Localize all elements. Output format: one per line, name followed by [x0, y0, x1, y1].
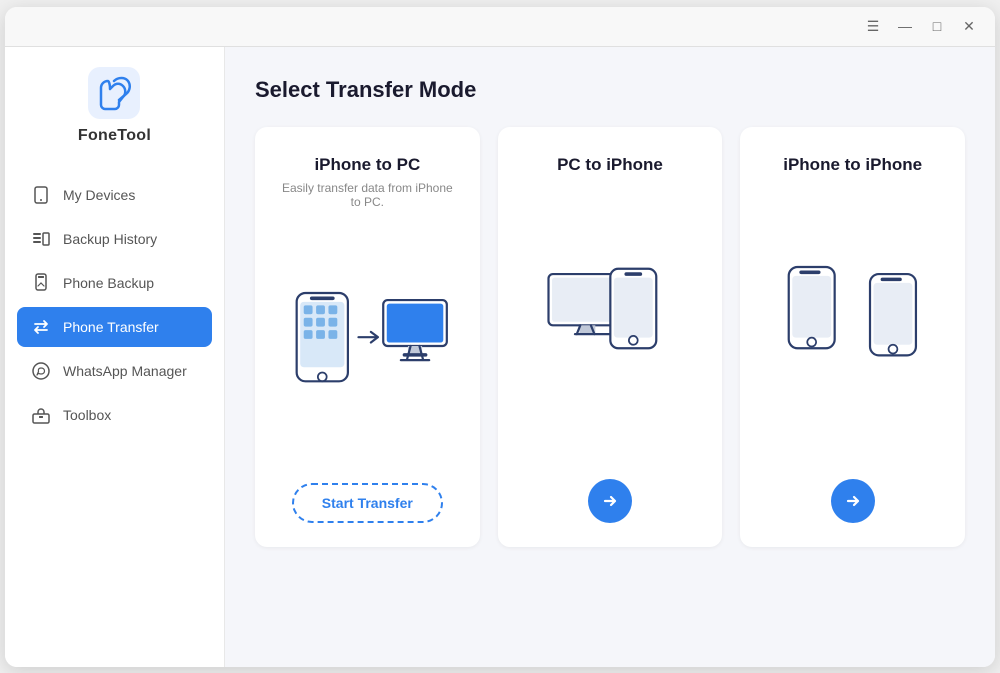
sidebar-item-whatsapp-manager[interactable]: WhatsApp Manager	[17, 351, 212, 391]
sidebar: FoneTool My Devices	[5, 47, 225, 667]
logo-text: FoneTool	[78, 127, 151, 145]
sidebar-item-phone-backup[interactable]: Phone Backup	[17, 263, 212, 303]
pc-to-iphone-title: PC to iPhone	[557, 155, 663, 175]
maximize-button[interactable]: □	[927, 16, 947, 36]
whatsapp-icon	[31, 361, 51, 381]
cards-grid: iPhone to PC Easily transfer data from i…	[255, 127, 965, 547]
main-content: Select Transfer Mode iPhone to PC Easily…	[225, 47, 995, 667]
start-transfer-button[interactable]: Start Transfer	[292, 483, 443, 523]
page-title: Select Transfer Mode	[255, 77, 965, 103]
sidebar-item-toolbox-label: Toolbox	[63, 407, 111, 423]
pc-to-iphone-illustration	[522, 181, 699, 459]
iphone-to-pc-illustration	[279, 229, 456, 463]
sidebar-item-phone-backup-label: Phone Backup	[63, 275, 154, 291]
sidebar-item-backup-history-label: Backup History	[63, 231, 157, 247]
sidebar-item-backup-history[interactable]: Backup History	[17, 219, 212, 259]
app-window: ☰ — □ ✕ FoneTool	[5, 7, 995, 667]
menu-button[interactable]: ☰	[863, 16, 883, 36]
app-logo-icon	[88, 67, 140, 119]
iphone-to-iphone-card: iPhone to iPhone	[740, 127, 965, 547]
sidebar-item-my-devices-label: My Devices	[63, 187, 135, 203]
pc-to-iphone-button[interactable]	[588, 479, 632, 523]
iphone-to-pc-title: iPhone to PC	[314, 155, 420, 175]
iphone-to-iphone-illustration	[764, 181, 941, 459]
sidebar-item-phone-transfer[interactable]: Phone Transfer	[17, 307, 212, 347]
close-button[interactable]: ✕	[959, 16, 979, 36]
iphone-to-iphone-title: iPhone to iPhone	[783, 155, 922, 175]
phone-backup-icon	[31, 273, 51, 293]
sidebar-item-whatsapp-manager-label: WhatsApp Manager	[63, 363, 187, 379]
iphone-to-pc-action: Start Transfer	[292, 483, 443, 523]
sidebar-item-toolbox[interactable]: Toolbox	[17, 395, 212, 435]
toolbox-icon	[31, 405, 51, 425]
transfer-icon	[31, 317, 51, 337]
pc-to-iphone-action	[588, 479, 632, 523]
minimize-button[interactable]: —	[895, 16, 915, 36]
device-icon	[31, 185, 51, 205]
pc-to-iphone-card: PC to iPhone	[498, 127, 723, 547]
iphone-to-iphone-action	[831, 479, 875, 523]
sidebar-item-phone-transfer-label: Phone Transfer	[63, 319, 159, 335]
main-layout: FoneTool My Devices	[5, 47, 995, 667]
nav-list: My Devices Backup History	[5, 175, 224, 435]
sidebar-item-my-devices[interactable]: My Devices	[17, 175, 212, 215]
backup-list-icon	[31, 229, 51, 249]
title-bar: ☰ — □ ✕	[5, 7, 995, 47]
iphone-to-iphone-button[interactable]	[831, 479, 875, 523]
iphone-to-pc-card: iPhone to PC Easily transfer data from i…	[255, 127, 480, 547]
logo-area: FoneTool	[78, 67, 151, 145]
iphone-to-pc-subtitle: Easily transfer data from iPhone to PC.	[279, 181, 456, 209]
